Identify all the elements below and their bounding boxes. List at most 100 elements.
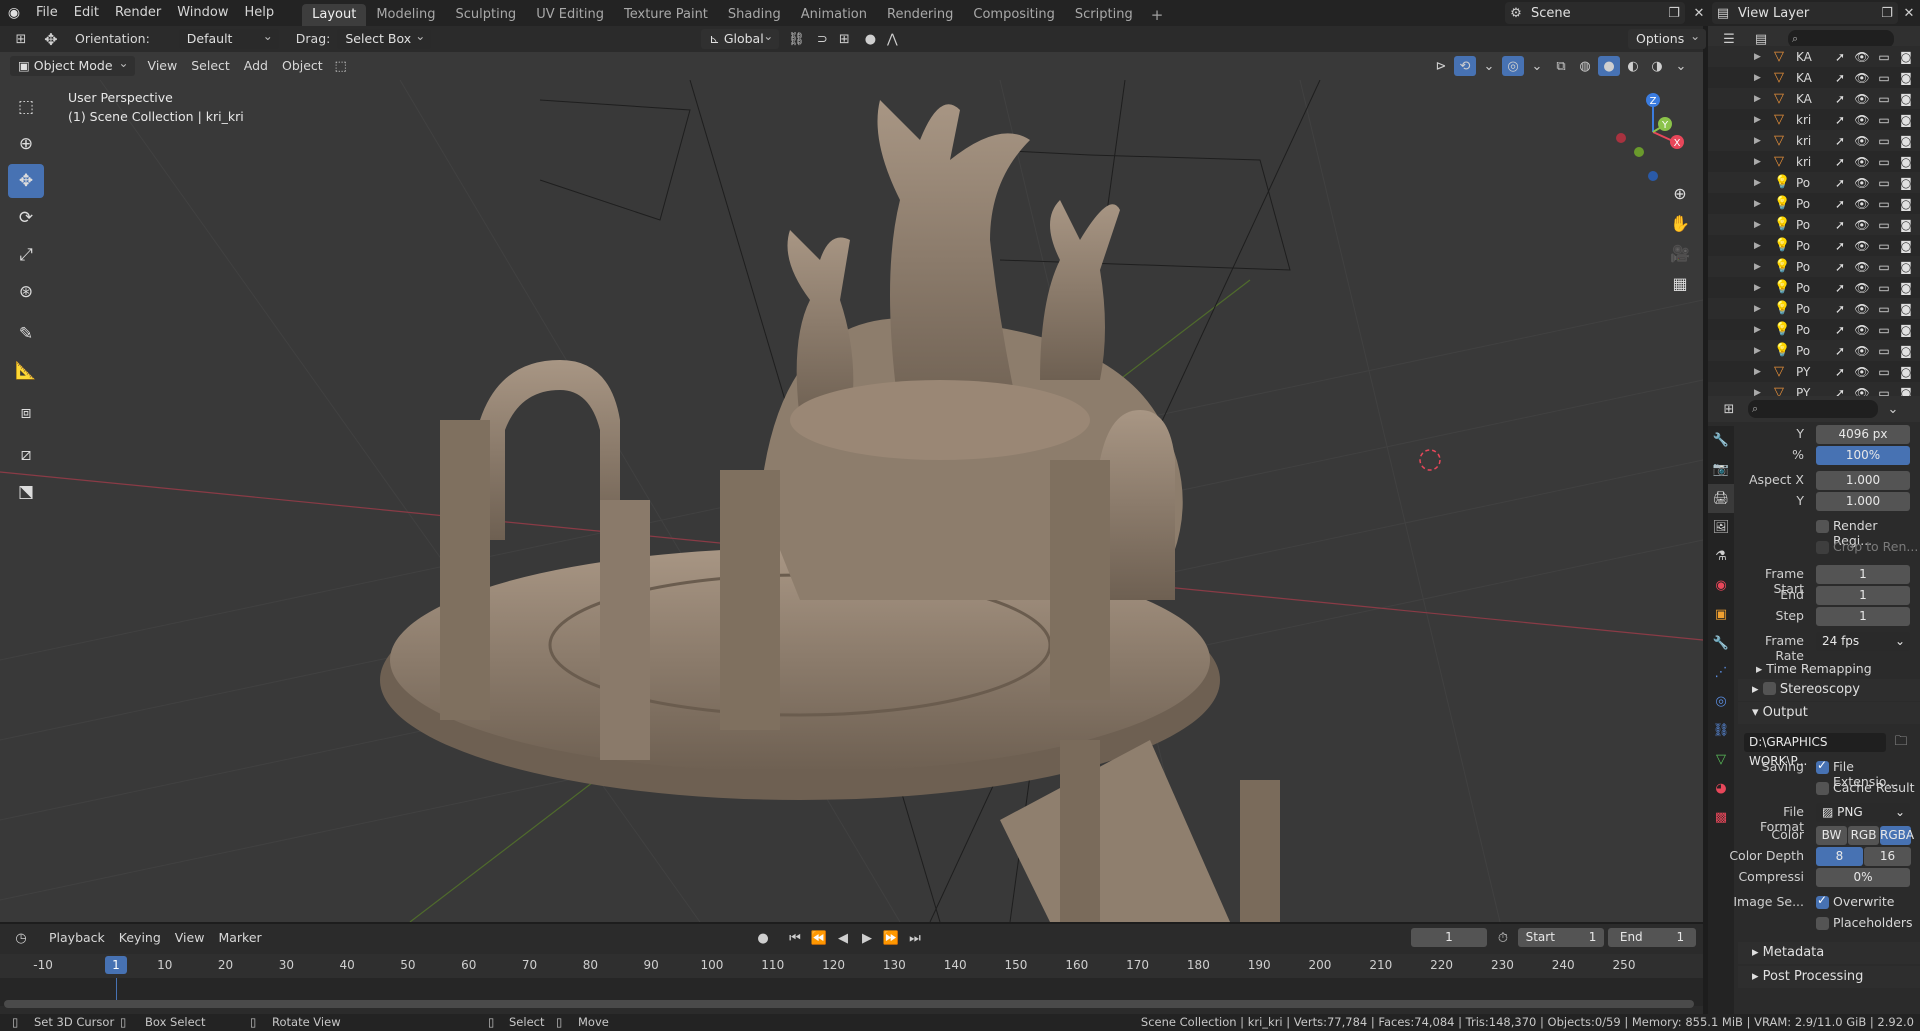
copy-scene-icon[interactable]: ❐ [1663,3,1685,23]
output-tab-icon[interactable]: 🖨 [1708,484,1734,513]
tab-modeling[interactable]: Modeling [366,4,445,26]
selectability-icon[interactable]: ⬚ [330,56,352,76]
measure-tool-icon[interactable]: 📐 [8,354,44,388]
stereoscopy-panel-header[interactable]: ▸ Stereoscopy [1738,679,1920,701]
scene-tab-icon[interactable]: ⚗ [1708,542,1734,571]
expand-icon[interactable]: ▶ [1754,346,1761,356]
render-camera-icon[interactable]: ◙ [1896,260,1916,274]
frame-start-field[interactable]: 1 [1816,565,1910,584]
render-camera-icon[interactable]: ◙ [1896,239,1916,253]
data-tab-icon[interactable]: ▽ [1708,745,1734,774]
selectable-icon[interactable]: ➚ [1830,113,1850,127]
selectable-icon[interactable]: ➚ [1830,71,1850,85]
gizmo-neg-x-icon[interactable] [1616,133,1626,143]
pivot-icon[interactable]: ⛓ [785,29,807,49]
eye-icon[interactable]: 👁 [1852,218,1872,232]
snap-icon[interactable]: ⊃ [811,29,833,49]
options-dropdown[interactable]: Options [1628,26,1707,49]
outliner-row[interactable]: ▶ 💡 Po ➚ 👁 ▭ ◙ [1708,256,1920,277]
render-camera-icon[interactable]: ◙ [1896,344,1916,358]
viewport-disable-icon[interactable]: ▭ [1874,302,1894,316]
tab-texture-paint[interactable]: Texture Paint [614,4,718,26]
selectable-icon[interactable]: ➚ [1830,323,1850,337]
tab-compositing[interactable]: Compositing [963,4,1065,26]
render-camera-icon[interactable]: ◙ [1896,113,1916,127]
jump-start-icon[interactable]: ⏮ [784,928,806,948]
aspect-x-field[interactable]: 1.000 [1816,471,1910,490]
timeline-editor-icon[interactable]: ◷ [10,928,32,948]
file-extensions-checkbox[interactable] [1816,758,1829,774]
viewport-disable-icon[interactable]: ▭ [1874,50,1894,64]
camera-view-icon[interactable]: 🎥 [1666,238,1694,268]
tab-scripting[interactable]: Scripting [1065,4,1143,26]
output-path-field[interactable]: D:\GRAPHICS WORK\P... [1744,733,1886,768]
proportional-edit-icon[interactable]: ● [859,29,881,49]
viewport-disable-icon[interactable]: ▭ [1874,92,1894,106]
eye-icon[interactable]: 👁 [1852,113,1872,127]
timeline-menu-keying[interactable]: Keying [112,928,168,948]
outliner-row[interactable]: ▶ ▽ KA ➚ 👁 ▭ ◙ [1708,88,1920,109]
viewport-disable-icon[interactable]: ▭ [1874,197,1894,211]
solid-shading-icon[interactable]: ● [1598,56,1620,76]
post-processing-panel-header[interactable]: ▸ Post Processing [1738,966,1920,988]
rotate-tool-icon[interactable]: ⟳ [8,201,44,235]
gizmo-neg-y-icon[interactable] [1634,147,1644,157]
modifier-tab-icon[interactable]: 🔧 [1708,629,1734,658]
viewport-disable-icon[interactable]: ▭ [1874,239,1894,253]
eye-icon[interactable]: 👁 [1852,323,1872,337]
start-frame-field[interactable]: Start 1 [1518,928,1604,947]
outliner-row[interactable]: ▶ 💡 Po ➚ 👁 ▭ ◙ [1708,214,1920,235]
viewport-disable-icon[interactable]: ▭ [1874,113,1894,127]
color-option-rgba[interactable]: RGBA [1880,826,1914,845]
render-camera-icon[interactable]: ◙ [1896,50,1916,64]
expand-icon[interactable]: ▶ [1754,262,1761,272]
viewport-disable-icon[interactable]: ▭ [1874,218,1894,232]
transform-tool-icon[interactable]: ✥ [40,29,62,49]
expand-icon[interactable]: ▶ [1754,241,1761,251]
pan-hand-icon[interactable]: ✋ [1666,208,1694,238]
eye-icon[interactable]: 👁 [1852,239,1872,253]
outliner-row[interactable]: ▶ ▽ PY ➚ 👁 ▭ ◙ [1708,382,1920,396]
eye-icon[interactable]: 👁 [1852,155,1872,169]
transform-orientation-dropdown[interactable]: ⊾ Global [701,26,780,49]
expand-icon[interactable]: ▶ [1754,136,1761,146]
outliner-row[interactable]: ▶ ▽ PY ➚ 👁 ▭ ◙ [1708,361,1920,382]
step-field[interactable]: 1 [1816,607,1910,626]
viewport-menu-view[interactable]: View [141,56,185,76]
output-panel-header[interactable]: ▾ Output [1738,702,1920,724]
viewport-disable-icon[interactable]: ▭ [1874,281,1894,295]
overlays-icon[interactable]: ◎ [1502,56,1524,76]
ortho-grid-icon[interactable]: ▦ [1666,268,1694,298]
timeline-menu-playback[interactable]: Playback [42,928,112,948]
menu-help[interactable]: Help [237,0,283,26]
overlays-dropdown-icon[interactable]: ⌄ [1526,56,1548,76]
menu-edit[interactable]: Edit [66,0,107,26]
outliner-row[interactable]: ▶ ▽ KA ➚ 👁 ▭ ◙ [1708,67,1920,88]
eye-icon[interactable]: 👁 [1852,302,1872,316]
selectable-icon[interactable]: ➚ [1830,92,1850,106]
viewport-menu-select[interactable]: Select [184,56,237,76]
expand-icon[interactable]: ▶ [1754,283,1761,293]
selectable-icon[interactable]: ➚ [1830,197,1850,211]
viewport-menu-add[interactable]: Add [237,56,275,76]
placeholders-checkbox[interactable] [1816,917,1829,930]
falloff-icon[interactable]: ⋀ [881,29,903,49]
aspect-y-field[interactable]: 1.000 [1816,492,1910,511]
add-cube-tool-icon[interactable]: ⧈ [8,396,44,430]
res-y-field[interactable]: 4096 px [1816,425,1910,444]
outliner-row[interactable]: ▶ ▽ KA ➚ 👁 ▭ ◙ [1708,46,1920,67]
render-camera-icon[interactable]: ◙ [1896,302,1916,316]
viewport-disable-icon[interactable]: ▭ [1874,323,1894,337]
properties-editor-icon[interactable]: ⊞ [1718,399,1740,419]
outliner-row[interactable]: ▶ ▽ kri ➚ 👁 ▭ ◙ [1708,109,1920,130]
timeline-menu-marker[interactable]: Marker [211,928,268,948]
constraints-tab-icon[interactable]: ⛓ [1708,716,1734,745]
eye-icon[interactable]: 👁 [1852,281,1872,295]
xray-icon[interactable]: ⧉ [1550,56,1572,76]
texture-tab-icon[interactable]: ▩ [1708,803,1734,832]
annotate-tool-icon[interactable]: ✎ [8,317,44,351]
close-scene-icon[interactable]: ✕ [1688,3,1710,23]
blender-logo-icon[interactable]: ◉ [0,0,28,26]
view-layer-tab-icon[interactable]: 🖼 [1708,513,1734,542]
menu-render[interactable]: Render [107,0,169,26]
